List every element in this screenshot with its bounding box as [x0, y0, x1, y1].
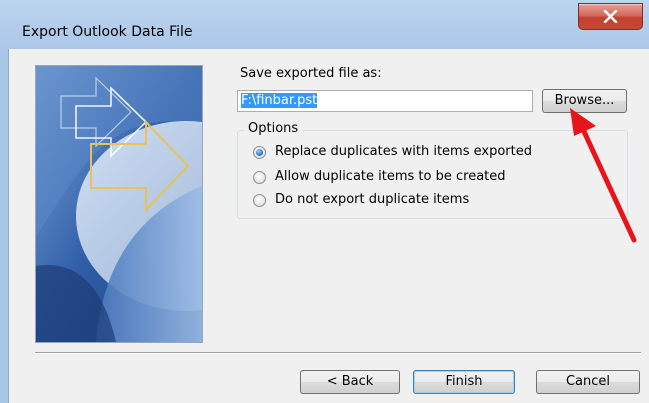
radio-button[interactable] [253, 171, 266, 184]
radio-label: Do not export duplicate items [275, 192, 470, 207]
window-frame: Export Outlook Data File Save exported f… [0, 0, 649, 403]
wizard-banner-image [35, 65, 203, 343]
file-path-value: F:\finbar.pst [241, 93, 318, 108]
title-bar[interactable]: Export Outlook Data File [0, 0, 649, 48]
file-path-input[interactable]: F:\finbar.pst [237, 90, 533, 112]
radio-button[interactable] [253, 194, 266, 207]
save-as-label: Save exported file as: [240, 66, 382, 81]
radio-label: Replace duplicates with items exported [275, 144, 532, 159]
dialog-body: Save exported file as: F:\finbar.pst Bro… [8, 49, 649, 403]
close-button[interactable] [578, 3, 643, 30]
footer-divider [35, 352, 641, 354]
window-title: Export Outlook Data File [22, 24, 193, 40]
back-button[interactable]: < Back [300, 370, 400, 394]
radio-button-checked[interactable] [253, 146, 266, 159]
options-legend: Options [244, 121, 303, 136]
finish-button[interactable]: Finish [413, 370, 515, 394]
cancel-button[interactable]: Cancel [536, 370, 640, 394]
browse-button[interactable]: Browse... [542, 89, 627, 113]
close-icon [603, 10, 618, 23]
radio-label: Allow duplicate items to be created [275, 169, 506, 184]
export-arrows-illustration [36, 66, 202, 342]
